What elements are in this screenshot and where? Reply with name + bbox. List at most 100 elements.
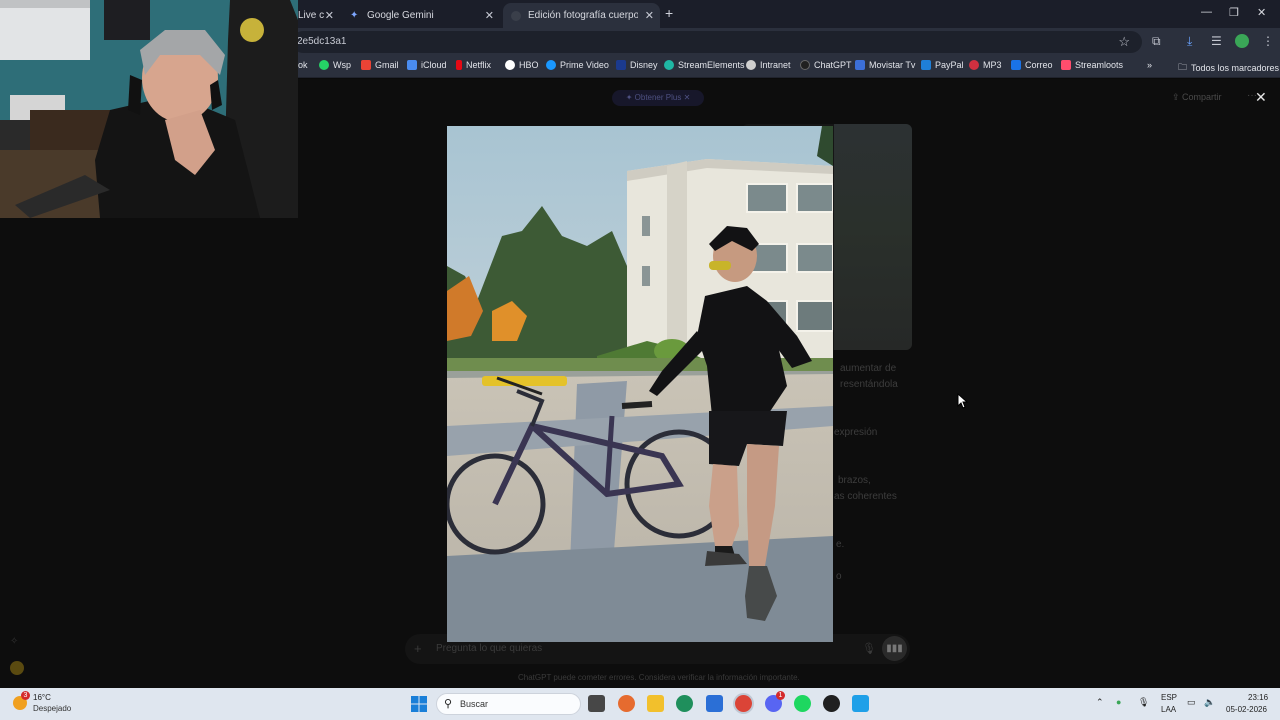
hbo-icon	[505, 60, 515, 70]
extensions-icon[interactable]: ⧉	[1152, 34, 1161, 49]
close-icon[interactable]: ✕	[485, 9, 494, 22]
tab-label: Google Gemini	[367, 10, 434, 21]
download-icon[interactable]: ⤓	[1187, 34, 1192, 49]
profile-avatar[interactable]	[1235, 34, 1249, 48]
bookmark-item[interactable]: HBO	[505, 60, 539, 70]
discord-badge: 1	[776, 691, 785, 700]
windows-start-icon[interactable]	[411, 696, 427, 712]
webcam-image	[0, 0, 298, 218]
clock-time[interactable]: 23:16	[1248, 693, 1268, 702]
temperature[interactable]: 16°C	[33, 693, 51, 702]
language-indicator[interactable]: ESP	[1161, 693, 1177, 702]
bookmark-label: Netflix	[466, 60, 492, 70]
bookmark-label: Todos los marcadores	[1191, 63, 1280, 73]
bookmark-label: Correo	[1025, 60, 1053, 70]
clock-date[interactable]: 05-02-2026	[1226, 705, 1267, 714]
bookmark-item[interactable]: Intranet	[746, 60, 791, 70]
task-view-icon[interactable]	[588, 695, 605, 712]
tray-overflow-icon[interactable]: ⌃	[1096, 697, 1104, 708]
bookmarks-overflow-icon[interactable]: »	[1147, 60, 1152, 70]
response-text: brazos,	[838, 475, 871, 486]
tab-google-gemini[interactable]: ✦ Google Gemini ✕	[342, 3, 500, 28]
share-label: Compartir	[1182, 92, 1222, 102]
share-button[interactable]: ⇪ Compartir	[1172, 92, 1222, 103]
bookmark-label: Wsp	[333, 60, 351, 70]
new-tab-button[interactable]: +	[665, 5, 673, 21]
more-menu-icon[interactable]: ⋮	[1262, 34, 1274, 48]
bookmark-item[interactable]: Wsp	[319, 60, 351, 70]
response-text: aumentar de	[840, 363, 897, 374]
streamelements-icon	[664, 60, 674, 70]
gemini-icon: ✦	[350, 9, 359, 21]
bookmark-label: ChatGPT	[814, 60, 852, 70]
keyboard-layout[interactable]: LAA	[1161, 705, 1176, 714]
bookmark-item[interactable]: Movistar Tv	[855, 60, 915, 70]
weather-condition[interactable]: Despejado	[33, 704, 71, 713]
bookmark-item[interactable]: StreamElements	[664, 60, 745, 70]
bookmark-item[interactable]: Prime Video	[546, 60, 609, 70]
upgrade-label: Obtener Plus	[634, 93, 682, 102]
weather-badge: 3	[21, 691, 30, 700]
sparkle-icon[interactable]: ✧	[10, 636, 18, 647]
app-icon[interactable]	[852, 695, 869, 712]
bookmark-item[interactable]: Gmail	[361, 60, 399, 70]
upgrade-button[interactable]: ✦ Obtener Plus ✕	[612, 90, 704, 106]
bookmark-item[interactable]: iCloud	[407, 60, 447, 70]
network-icon[interactable]: ▭	[1187, 697, 1196, 708]
tab-chatgpt[interactable]: Edición fotografía cuerpo obes ✕	[503, 3, 660, 28]
prime-video-icon	[546, 60, 556, 70]
bookmark-label: HBO	[519, 60, 539, 70]
response-text: as coherentes	[834, 491, 897, 502]
minimize-button[interactable]: —	[1201, 6, 1212, 18]
whatsapp-icon	[319, 60, 329, 70]
movistar-icon	[855, 60, 865, 70]
edge-icon[interactable]	[676, 695, 693, 712]
bookmark-item[interactable]: PayPal	[921, 60, 964, 70]
spotify-icon[interactable]	[794, 695, 811, 712]
file-explorer-icon[interactable]	[647, 695, 664, 712]
webcam-overlay	[0, 0, 298, 218]
bookmark-item[interactable]: MP3	[969, 60, 1002, 70]
prompt-placeholder: Pregunta lo que quieras	[436, 643, 543, 654]
close-icon[interactable]: ✕	[645, 9, 654, 22]
microphone-icon[interactable]: 🎙	[1138, 697, 1149, 708]
tab-live[interactable]: Live c ✕	[298, 3, 338, 28]
bookmark-item[interactable]: Netflix	[456, 60, 491, 70]
close-icon[interactable]: ✕	[325, 9, 334, 22]
thumbnail-image	[834, 124, 912, 350]
copilot-icon[interactable]	[618, 695, 635, 712]
attach-plus-icon[interactable]: +	[414, 641, 422, 656]
bookmark-item[interactable]: ok	[298, 60, 308, 70]
voice-mode-button[interactable]: ▮▮▮	[882, 636, 907, 661]
user-avatar[interactable]	[10, 661, 24, 675]
response-text: resentándola	[840, 379, 898, 390]
media-control-icon[interactable]: ☰	[1211, 34, 1222, 48]
microphone-icon[interactable]: 🎙	[862, 642, 876, 655]
obs-icon[interactable]	[823, 695, 840, 712]
globe-icon	[746, 60, 756, 70]
volume-icon[interactable]: 🔈	[1204, 697, 1215, 708]
window-close-button[interactable]: ✕	[1257, 6, 1266, 19]
folder-icon: 🗀	[1178, 62, 1188, 72]
bookmark-label: MP3	[983, 60, 1002, 70]
store-icon[interactable]	[706, 695, 723, 712]
icloud-icon	[407, 60, 417, 70]
chatgpt-icon	[800, 60, 810, 70]
address-bar[interactable]: 2e5dc13a1 ☆	[292, 31, 1142, 53]
bookmark-label: iCloud	[421, 60, 447, 70]
bookmark-item[interactable]: Streamloots	[1061, 60, 1123, 70]
bookmark-item[interactable]: ChatGPT	[800, 60, 852, 70]
bookmark-item[interactable]: Disney	[616, 60, 658, 70]
bookmark-star-icon[interactable]: ☆	[1118, 34, 1130, 50]
netflix-icon	[456, 60, 462, 70]
chatgpt-icon	[511, 10, 521, 21]
bookmark-item[interactable]: Correo	[1011, 60, 1053, 70]
taskbar-search[interactable]: ⚲ Buscar	[436, 693, 581, 715]
close-viewer-button[interactable]: ✕	[1255, 89, 1267, 106]
response-text: expresión	[834, 427, 878, 438]
restore-button[interactable]: ❐	[1229, 6, 1239, 19]
tray-app-icon[interactable]: ●	[1116, 697, 1121, 707]
response-text: o	[836, 571, 842, 582]
all-bookmarks[interactable]: 🗀 Todos los marcadores	[1178, 60, 1279, 76]
chrome-icon[interactable]	[735, 695, 752, 712]
